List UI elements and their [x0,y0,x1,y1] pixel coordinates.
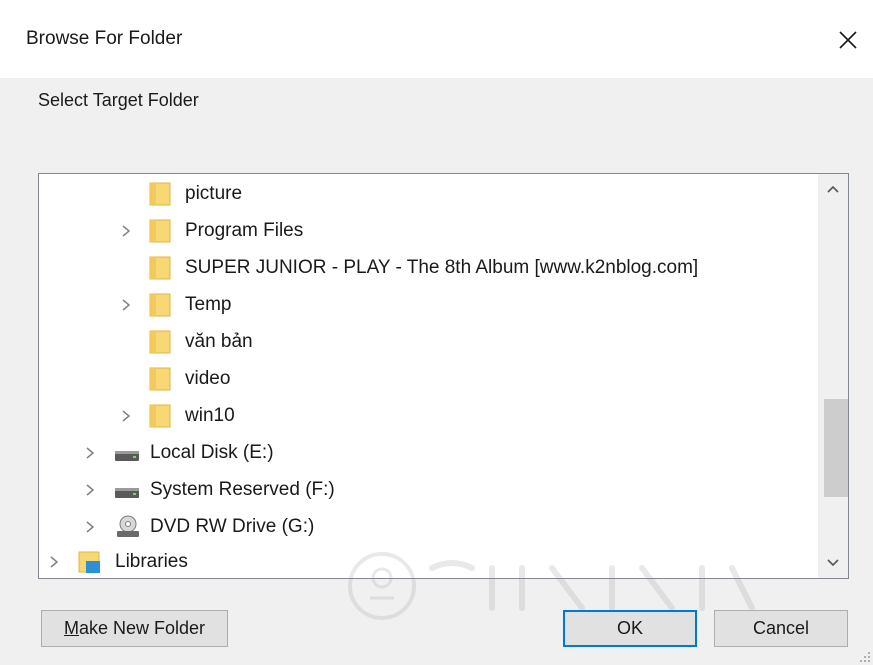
tree-item-van-ban[interactable]: văn bản [39,323,819,360]
tree-item-video[interactable]: video [39,360,819,397]
chevron-right-icon[interactable] [117,407,135,425]
close-icon [839,31,857,49]
chevron-up-icon [827,185,839,193]
scroll-down-button[interactable] [818,548,848,578]
tree-item-label: Local Disk (E:) [150,441,274,463]
tree-item-label: SUPER JUNIOR - PLAY - The 8th Album [www… [185,256,699,278]
chevron-right-icon[interactable] [117,222,135,240]
folder-icon [149,366,175,392]
tree-item-label: System Reserved (F:) [150,478,335,500]
close-button[interactable] [826,18,870,62]
folder-icon [149,329,175,355]
dvd-drive-icon [114,514,140,540]
tree-item-dvd-rw-drive-g[interactable]: DVD RW Drive (G:) [39,508,819,545]
chevron-right-icon[interactable] [81,444,99,462]
chevron-right-icon[interactable] [45,553,63,571]
tree-item-system-reserved-f[interactable]: System Reserved (F:) [39,471,819,508]
tree-item-super-junior[interactable]: SUPER JUNIOR - PLAY - The 8th Album [www… [39,249,819,286]
chevron-right-icon[interactable] [81,518,99,536]
folder-icon [149,255,175,281]
cancel-button[interactable]: Cancel [714,610,848,647]
tree-item-label: Temp [185,293,232,315]
tree-item-local-disk-e[interactable]: Local Disk (E:) [39,434,819,471]
tree-item-label: video [185,367,231,389]
scroll-up-button[interactable] [818,174,848,204]
resize-grip-icon[interactable] [857,649,871,663]
folder-icon [149,292,175,318]
tree-item-temp[interactable]: Temp [39,286,819,323]
tree-item-label: DVD RW Drive (G:) [150,515,315,537]
scroll-thumb[interactable] [824,399,848,497]
drive-icon [114,440,140,466]
tree-item-label: Libraries [115,551,188,572]
ok-button[interactable]: OK [563,610,697,647]
title-bar: Browse For Folder [0,0,873,78]
folder-tree[interactable]: picture Program Files SUPER JUNIOR - PLA… [38,173,849,579]
chevron-right-icon[interactable] [81,481,99,499]
folder-icon [149,218,175,244]
chevron-down-icon [827,559,839,567]
tree-item-program-files[interactable]: Program Files [39,212,819,249]
tree-item-label: Program Files [185,219,304,241]
folder-icon [149,403,175,429]
drive-icon [114,477,140,503]
chevron-right-icon[interactable] [117,296,135,314]
tree-item-label: picture [185,182,243,204]
tree-item-picture[interactable]: picture [39,175,819,212]
tree-item-label: văn bản [185,330,253,352]
vertical-scrollbar[interactable] [818,174,848,578]
tree-item-win10[interactable]: win10 [39,397,819,434]
window-title: Browse For Folder [26,28,183,49]
folder-icon [149,181,175,207]
tree-item-label: win10 [185,404,235,426]
make-new-folder-button[interactable]: Make New Folder [41,610,228,647]
libraries-icon [77,549,103,575]
tree-item-libraries[interactable]: Libraries [39,547,819,577]
dialog-prompt: Select Target Folder [38,90,199,110]
